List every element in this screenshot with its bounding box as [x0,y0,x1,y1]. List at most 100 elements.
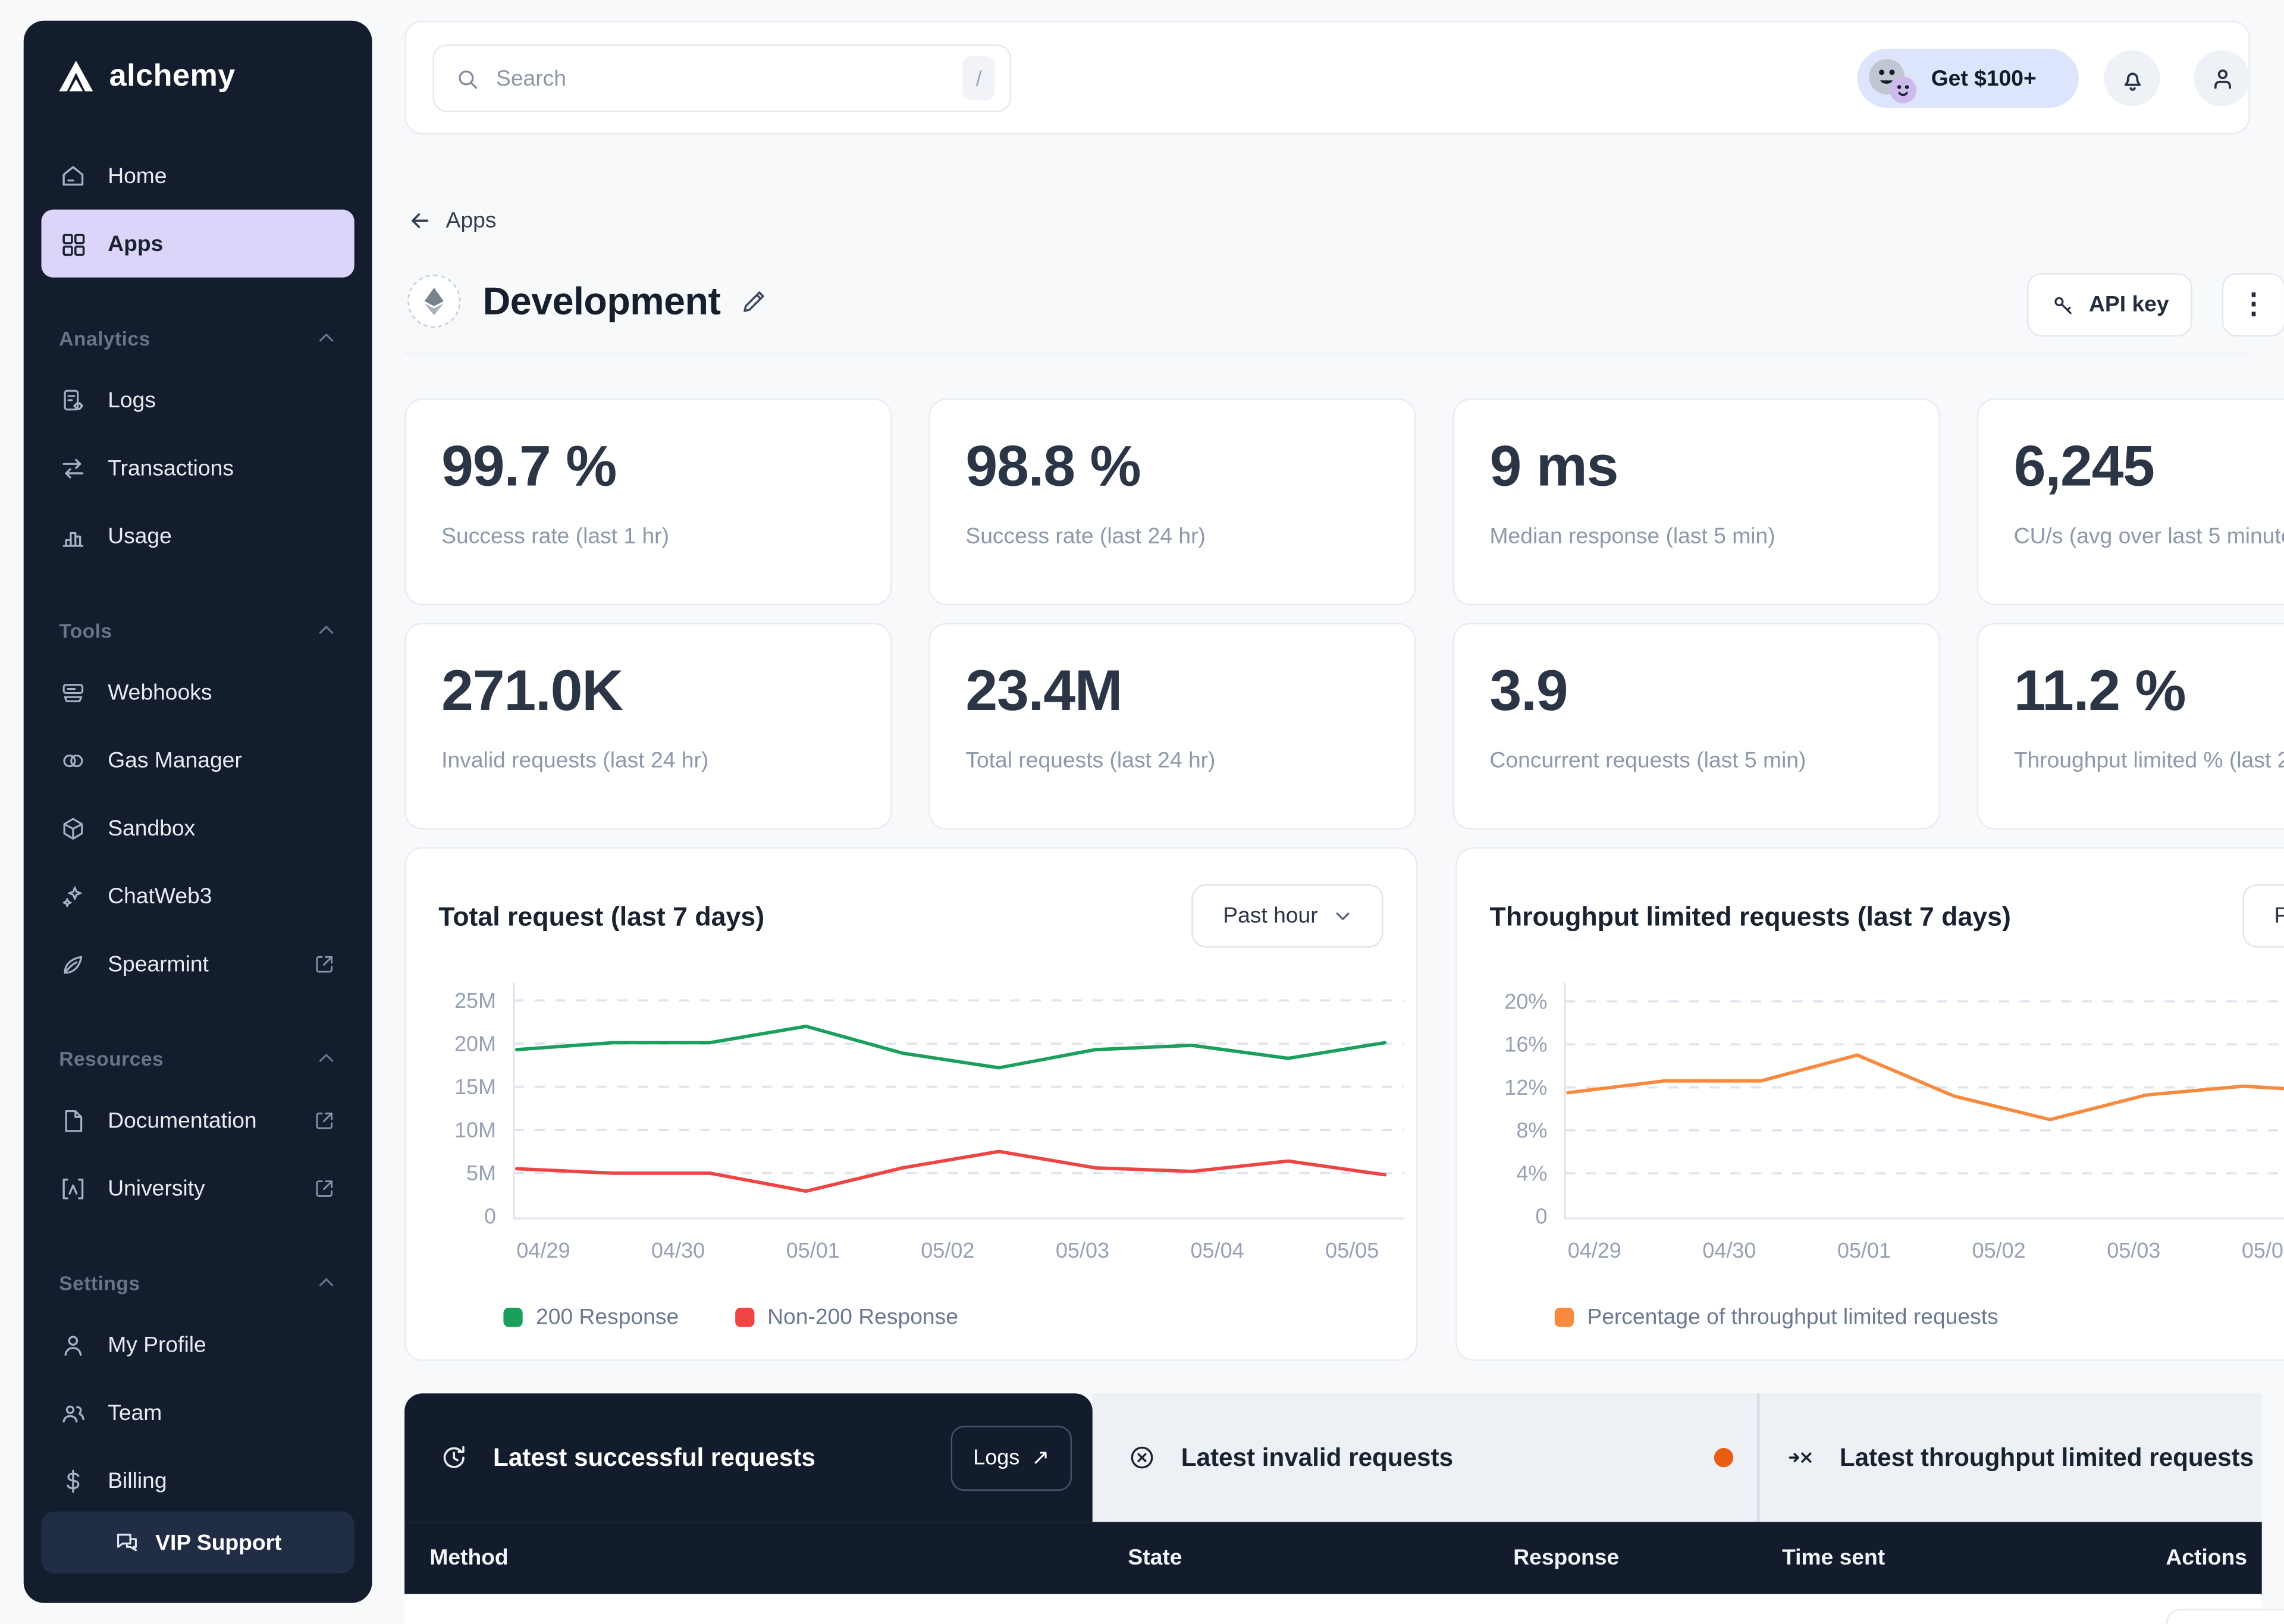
vip-support-button[interactable]: VIP Support [42,1512,354,1573]
sidebar-item-label: Sandbox [108,815,195,840]
legend-item-200-response: 200 Response [503,1305,679,1330]
sidebar-section-analytics[interactable]: Analytics [42,310,354,366]
section-title: Resources [59,1047,164,1069]
range-selector-dropdown[interactable]: Past hour [1191,884,1383,948]
alchemy-dashboard: alchemy Home Apps Analytics Logs Transac [0,0,2284,1624]
search-box[interactable]: / [432,44,1011,112]
tab-latest-throughput-limited-requests[interactable]: Latest throughput limited requests [1760,1393,2262,1522]
tab-latest-invalid-requests[interactable]: Latest invalid requests [1093,1393,1757,1522]
sidebar-item-spearmint[interactable]: Spearmint [42,930,354,998]
sidebar-item-label: Home [108,163,167,188]
stat-label: CU/s (avg over last 5 minutes) [2014,524,2284,549]
sidebar-item-gas-manager[interactable]: Gas Manager [42,726,354,794]
stat-label: Success rate (last 1 hr) [441,524,855,549]
search-icon [455,65,480,90]
range-selector-dropdown[interactable]: Past hour [2242,884,2284,948]
svg-text:20%: 20% [1504,989,1547,1013]
legend-swatch-orange [1555,1308,1574,1327]
user-avatar-icon [2208,64,2236,92]
sidebar-section-settings[interactable]: Settings [42,1255,354,1311]
legend-label: Non-200 Response [767,1305,958,1330]
edit-pencil-icon[interactable] [740,287,770,316]
ethereum-diamond-icon [421,287,447,316]
sidebar-item-documentation[interactable]: Documentation [42,1086,354,1154]
sidebar-item-usage[interactable]: Usage [42,502,354,570]
tab-latest-successful-requests[interactable]: Latest successful requests Logs ↗ [404,1393,1093,1522]
arrow-up-right-icon: ↗ [1031,1446,1049,1469]
account-button[interactable] [2194,50,2250,106]
sidebar-item-sandbox[interactable]: Sandbox [42,794,354,862]
stat-value: 23.4M [965,660,1379,725]
cell-actions: Similar [2166,1609,2284,1624]
person-icon [59,1331,87,1359]
sidebar-item-label: Logs [108,388,156,413]
svg-text:15M: 15M [454,1075,496,1099]
sidebar-item-logs[interactable]: Logs [42,366,354,434]
sidebar-item-label: Apps [108,231,163,256]
sidebar-item-team[interactable]: Team [42,1378,354,1446]
legend-swatch-red [735,1308,754,1327]
chat-bubbles-icon [114,1529,141,1556]
throughput-limited-chart-panel: Throughput limited requests (last 7 days… [1455,847,2284,1361]
logs-button[interactable]: Logs ↗ [951,1425,1072,1490]
chatweb3-sparkles-icon [59,882,87,910]
table-row[interactable]: getAssetTransfer Success 200 Just now Si… [404,1594,2262,1624]
stat-card-cu-per-s: 6,245 CU/s (avg over last 5 minutes) [1977,398,2284,605]
history-clock-icon [440,1444,468,1472]
notifications-button[interactable] [2104,50,2160,106]
sidebar-item-apps[interactable]: Apps [42,209,354,277]
logs-button-label: Logs [973,1446,1019,1469]
sidebar-item-university[interactable]: University [42,1154,354,1222]
top-bar: / Get $100+ [404,21,2250,134]
breadcrumb[interactable]: Apps [407,208,496,233]
gas-manager-icon [59,746,87,774]
more-options-button[interactable]: ⋮ [2222,273,2284,337]
sidebar-item-home[interactable]: Home [42,142,354,209]
alchemy-logo: alchemy [42,56,354,95]
chevron-up-icon [316,620,337,641]
team-icon [59,1399,87,1427]
sidebar-item-webhooks[interactable]: Webhooks [42,658,354,726]
tab-label: Latest throughput limited requests [1840,1443,2254,1472]
svg-text:05/04: 05/04 [2242,1238,2284,1262]
get-100-button[interactable]: Get $100+ [1858,49,2079,108]
stat-card-success-rate-24hr: 98.8 % Success rate (last 24 hr) [928,398,1416,605]
column-header-method: Method [429,1546,1128,1570]
sidebar-item-label: ChatWeb3 [108,884,212,909]
stat-label: Total requests (last 24 hr) [965,748,1379,773]
stat-card-throughput-limited-pct: 11.2 % Throughput limited % (last 24 hr) [1977,623,2284,830]
stat-label: Invalid requests (last 24 hr) [441,748,855,773]
sidebar-item-chatweb3[interactable]: ChatWeb3 [42,862,354,930]
stat-label: Median response (last 5 min) [1490,524,1903,549]
sidebar-item-transactions[interactable]: Transactions [42,434,354,502]
promo-avatars [1858,49,1922,108]
total-requests-chart-panel: Total request (last 7 days) Past hour 25… [404,847,1417,1361]
sandbox-icon [59,814,87,842]
sidebar-section-resources[interactable]: Resources [42,1031,354,1086]
sidebar-item-label: Transactions [108,456,234,480]
request-tabs: Latest successful requests Logs ↗ Latest… [404,1393,2262,1522]
sidebar-item-label: My Profile [108,1332,206,1357]
sidebar-item-billing[interactable]: Billing [42,1447,354,1515]
stat-value: 11.2 % [2014,660,2284,725]
svg-text:12%: 12% [1504,1075,1547,1100]
chart-legend: 200 Response Non-200 Response [503,1305,958,1330]
sidebar-section-tools[interactable]: Tools [42,602,354,658]
api-key-button[interactable]: API key [2027,273,2192,337]
alchemy-logo-icon [56,59,96,95]
svg-text:5M: 5M [466,1161,496,1185]
column-header-time-sent: Time sent [1782,1546,2166,1570]
section-title: Settings [59,1271,140,1293]
svg-text:05/02: 05/02 [1972,1238,2026,1262]
x-circle-icon [1128,1444,1156,1472]
stat-card-concurrent-requests: 3.9 Concurrent requests (last 5 min) [1452,623,1940,830]
similar-requests-button[interactable]: Similar [2166,1609,2284,1624]
stat-card-total-requests: 23.4M Total requests (last 24 hr) [928,623,1416,830]
search-input[interactable] [496,65,962,90]
svg-text:05/03: 05/03 [1056,1238,1109,1262]
home-icon [59,162,87,190]
sidebar-item-my-profile[interactable]: My Profile [42,1311,354,1378]
svg-text:05/02: 05/02 [921,1238,974,1262]
kebab-icon: ⋮ [2239,288,2267,322]
bell-icon [2118,64,2146,92]
